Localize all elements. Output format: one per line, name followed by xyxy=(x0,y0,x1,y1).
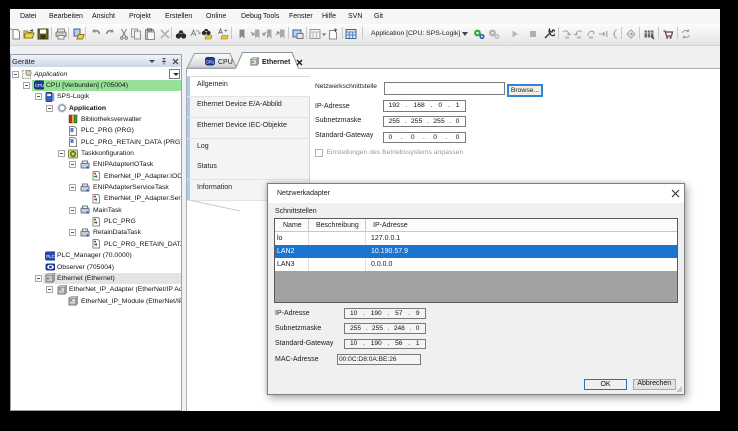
svg-text:CPU: CPU xyxy=(34,83,43,88)
svg-text:CPU: CPU xyxy=(205,60,214,65)
svg-text:PLC: PLC xyxy=(46,254,55,259)
